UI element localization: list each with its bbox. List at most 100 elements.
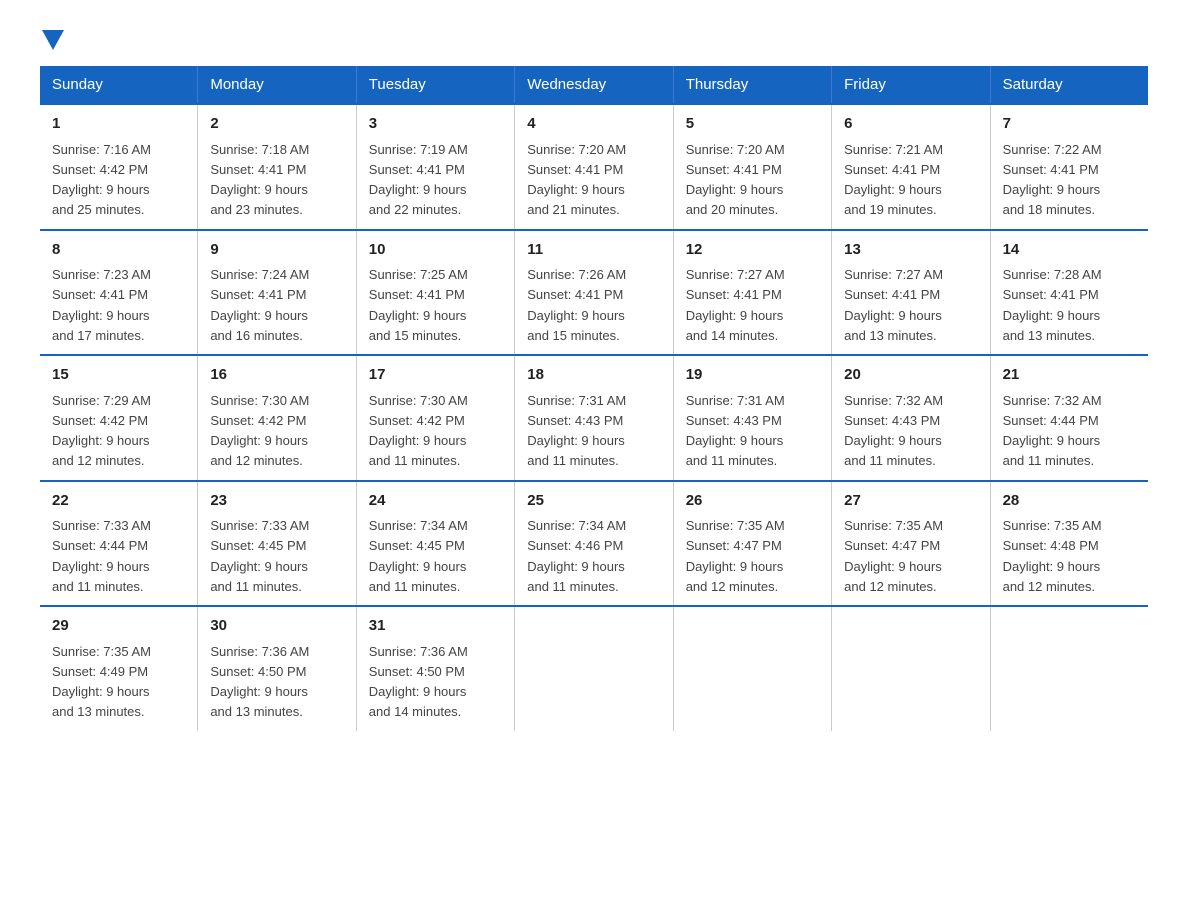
day-number: 15 [52, 364, 185, 387]
day-number: 4 [527, 113, 660, 136]
day-info: Sunrise: 7:36 AMSunset: 4:50 PMDaylight:… [369, 644, 468, 720]
day-info: Sunrise: 7:35 AMSunset: 4:47 PMDaylight:… [844, 518, 943, 594]
calendar-cell: 3 Sunrise: 7:19 AMSunset: 4:41 PMDaylight… [356, 104, 514, 230]
day-info: Sunrise: 7:32 AMSunset: 4:43 PMDaylight:… [844, 393, 943, 469]
calendar-cell: 29Sunrise: 7:35 AMSunset: 4:49 PMDayligh… [40, 606, 198, 731]
calendar-cell: 17 Sunrise: 7:30 AMSunset: 4:42 PMDayligh… [356, 355, 514, 481]
weekday-header-sunday: Sunday [40, 66, 198, 104]
day-info: Sunrise: 7:27 AMSunset: 4:41 PMDaylight:… [686, 267, 785, 343]
day-number: 7 [1003, 113, 1136, 136]
calendar-cell: 28 Sunrise: 7:35 AMSunset: 4:48 PMDayligh… [990, 481, 1148, 607]
day-info: Sunrise: 7:31 AMSunset: 4:43 PMDaylight:… [527, 393, 626, 469]
day-number: 22 [52, 490, 185, 513]
day-number: 26 [686, 490, 819, 513]
day-number: 13 [844, 239, 977, 262]
logo [40, 30, 76, 46]
day-info: Sunrise: 7:34 AMSunset: 4:46 PMDaylight:… [527, 518, 626, 594]
day-info: Sunrise: 7:34 AMSunset: 4:45 PMDaylight:… [369, 518, 468, 594]
calendar-cell: 26 Sunrise: 7:35 AMSunset: 4:47 PMDayligh… [673, 481, 831, 607]
day-number: 14 [1003, 239, 1136, 262]
weekday-header-thursday: Thursday [673, 66, 831, 104]
day-number: 27 [844, 490, 977, 513]
weekday-header-wednesday: Wednesday [515, 66, 673, 104]
calendar-cell: 8Sunrise: 7:23 AMSunset: 4:41 PMDaylight… [40, 230, 198, 356]
day-info: Sunrise: 7:16 AMSunset: 4:42 PMDaylight:… [52, 142, 151, 218]
day-number: 21 [1003, 364, 1136, 387]
day-info: Sunrise: 7:35 AMSunset: 4:48 PMDaylight:… [1003, 518, 1102, 594]
calendar-cell: 25 Sunrise: 7:34 AMSunset: 4:46 PMDayligh… [515, 481, 673, 607]
calendar-cell: 30 Sunrise: 7:36 AMSunset: 4:50 PMDayligh… [198, 606, 356, 731]
calendar-cell: 12Sunrise: 7:27 AMSunset: 4:41 PMDayligh… [673, 230, 831, 356]
day-info: Sunrise: 7:20 AMSunset: 4:41 PMDaylight:… [527, 142, 626, 218]
calendar-cell [515, 606, 673, 731]
calendar-cell: 15 Sunrise: 7:29 AMSunset: 4:42 PMDayligh… [40, 355, 198, 481]
calendar-cell: 31 Sunrise: 7:36 AMSunset: 4:50 PMDayligh… [356, 606, 514, 731]
day-info: Sunrise: 7:32 AMSunset: 4:44 PMDaylight:… [1003, 393, 1102, 469]
calendar-cell [673, 606, 831, 731]
calendar-cell: 11 Sunrise: 7:26 AMSunset: 4:41 PMDayligh… [515, 230, 673, 356]
calendar-cell: 23Sunrise: 7:33 AMSunset: 4:45 PMDayligh… [198, 481, 356, 607]
day-number: 29 [52, 615, 185, 638]
day-info: Sunrise: 7:31 AMSunset: 4:43 PMDaylight:… [686, 393, 785, 469]
day-info: Sunrise: 7:19 AMSunset: 4:41 PMDaylight:… [369, 142, 468, 218]
day-number: 9 [210, 239, 343, 262]
calendar-cell: 16 Sunrise: 7:30 AMSunset: 4:42 PMDayligh… [198, 355, 356, 481]
day-info: Sunrise: 7:18 AMSunset: 4:41 PMDaylight:… [210, 142, 309, 218]
day-number: 3 [369, 113, 502, 136]
day-number: 30 [210, 615, 343, 638]
logo-triangle-icon [42, 30, 64, 50]
day-info: Sunrise: 7:22 AMSunset: 4:41 PMDaylight:… [1003, 142, 1102, 218]
day-info: Sunrise: 7:36 AMSunset: 4:50 PMDaylight:… [210, 644, 309, 720]
calendar-table: SundayMondayTuesdayWednesdayThursdayFrid… [40, 66, 1148, 731]
page-header [40, 30, 1148, 46]
day-number: 6 [844, 113, 977, 136]
day-info: Sunrise: 7:35 AMSunset: 4:47 PMDaylight:… [686, 518, 785, 594]
day-info: Sunrise: 7:20 AMSunset: 4:41 PMDaylight:… [686, 142, 785, 218]
calendar-cell: 22 Sunrise: 7:33 AMSunset: 4:44 PMDayligh… [40, 481, 198, 607]
calendar-week-row: 29Sunrise: 7:35 AMSunset: 4:49 PMDayligh… [40, 606, 1148, 731]
calendar-cell: 9 Sunrise: 7:24 AMSunset: 4:41 PMDaylight… [198, 230, 356, 356]
day-number: 10 [369, 239, 502, 262]
calendar-cell: 2 Sunrise: 7:18 AMSunset: 4:41 PMDaylight… [198, 104, 356, 230]
day-info: Sunrise: 7:25 AMSunset: 4:41 PMDaylight:… [369, 267, 468, 343]
calendar-cell: 20 Sunrise: 7:32 AMSunset: 4:43 PMDayligh… [832, 355, 990, 481]
day-info: Sunrise: 7:24 AMSunset: 4:41 PMDaylight:… [210, 267, 309, 343]
day-info: Sunrise: 7:23 AMSunset: 4:41 PMDaylight:… [52, 267, 151, 343]
calendar-cell: 13 Sunrise: 7:27 AMSunset: 4:41 PMDayligh… [832, 230, 990, 356]
calendar-cell: 21 Sunrise: 7:32 AMSunset: 4:44 PMDayligh… [990, 355, 1148, 481]
day-number: 2 [210, 113, 343, 136]
day-info: Sunrise: 7:30 AMSunset: 4:42 PMDaylight:… [369, 393, 468, 469]
weekday-header-row: SundayMondayTuesdayWednesdayThursdayFrid… [40, 66, 1148, 104]
day-info: Sunrise: 7:26 AMSunset: 4:41 PMDaylight:… [527, 267, 626, 343]
day-number: 28 [1003, 490, 1136, 513]
calendar-cell: 5 Sunrise: 7:20 AMSunset: 4:41 PMDaylight… [673, 104, 831, 230]
weekday-header-friday: Friday [832, 66, 990, 104]
day-info: Sunrise: 7:29 AMSunset: 4:42 PMDaylight:… [52, 393, 151, 469]
calendar-week-row: 1Sunrise: 7:16 AMSunset: 4:42 PMDaylight… [40, 104, 1148, 230]
day-number: 17 [369, 364, 502, 387]
day-number: 5 [686, 113, 819, 136]
day-number: 25 [527, 490, 660, 513]
day-info: Sunrise: 7:21 AMSunset: 4:41 PMDaylight:… [844, 142, 943, 218]
day-number: 31 [369, 615, 502, 638]
day-number: 24 [369, 490, 502, 513]
day-info: Sunrise: 7:33 AMSunset: 4:44 PMDaylight:… [52, 518, 151, 594]
calendar-week-row: 15 Sunrise: 7:29 AMSunset: 4:42 PMDayligh… [40, 355, 1148, 481]
day-info: Sunrise: 7:33 AMSunset: 4:45 PMDaylight:… [210, 518, 309, 594]
day-info: Sunrise: 7:28 AMSunset: 4:41 PMDaylight:… [1003, 267, 1102, 343]
calendar-cell: 6 Sunrise: 7:21 AMSunset: 4:41 PMDaylight… [832, 104, 990, 230]
calendar-week-row: 8Sunrise: 7:23 AMSunset: 4:41 PMDaylight… [40, 230, 1148, 356]
day-number: 16 [210, 364, 343, 387]
day-number: 11 [527, 239, 660, 262]
calendar-cell: 14 Sunrise: 7:28 AMSunset: 4:41 PMDayligh… [990, 230, 1148, 356]
weekday-header-monday: Monday [198, 66, 356, 104]
calendar-cell: 27 Sunrise: 7:35 AMSunset: 4:47 PMDayligh… [832, 481, 990, 607]
calendar-cell: 24 Sunrise: 7:34 AMSunset: 4:45 PMDayligh… [356, 481, 514, 607]
weekday-header-tuesday: Tuesday [356, 66, 514, 104]
day-number: 20 [844, 364, 977, 387]
day-info: Sunrise: 7:30 AMSunset: 4:42 PMDaylight:… [210, 393, 309, 469]
day-number: 19 [686, 364, 819, 387]
day-info: Sunrise: 7:27 AMSunset: 4:41 PMDaylight:… [844, 267, 943, 343]
calendar-cell: 1Sunrise: 7:16 AMSunset: 4:42 PMDaylight… [40, 104, 198, 230]
weekday-header-saturday: Saturday [990, 66, 1148, 104]
